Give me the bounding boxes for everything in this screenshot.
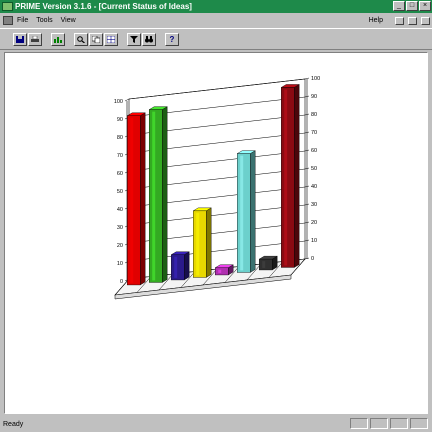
y-tick-label-left: 10: [117, 261, 123, 267]
application-window: PRIME Version 3.1.6 - [Current Status of…: [0, 0, 432, 432]
window-controls: _ □ ×: [393, 1, 431, 11]
y-tick-label-right: 70: [311, 130, 317, 136]
bar-highlight: [174, 256, 178, 278]
bar: [214, 267, 229, 276]
status-panel: [410, 418, 428, 429]
y-tick-label-right: 40: [311, 184, 317, 190]
status-panel: [350, 418, 368, 429]
menu-help[interactable]: Help: [369, 17, 383, 24]
bar: [258, 258, 273, 271]
menu-file[interactable]: File: [17, 17, 28, 24]
bar-highlight: [152, 111, 156, 281]
close-button[interactable]: ×: [419, 1, 431, 11]
bar: [281, 87, 295, 268]
copy-icon: [92, 35, 100, 43]
print-icon: [31, 35, 39, 42]
chart-button[interactable]: [51, 32, 65, 46]
bar-chart-3d: 0 0 10 10 20 20 30 30 40 40 50 50 60 60 70 70 80 80 90 90 10…: [114, 76, 320, 300]
bar: [170, 254, 185, 281]
zoom-icon: [77, 35, 85, 43]
y-tick-label-right: 10: [311, 238, 317, 244]
bar-highlight: [196, 212, 200, 276]
find-button[interactable]: [142, 32, 156, 46]
bar-side-face: [294, 84, 300, 268]
print-button[interactable]: [28, 32, 42, 46]
y-tick-label-left: 80: [117, 135, 123, 141]
status-panel: [370, 418, 388, 429]
bar-side-face: [183, 251, 190, 281]
status-bar: Ready: [0, 416, 432, 432]
help-icon: ?: [169, 34, 175, 44]
y-tick-label-right: 90: [311, 94, 317, 100]
filter-icon: [130, 35, 138, 43]
y-tick-right: [304, 77, 310, 80]
bar-side-face: [139, 112, 146, 286]
y-tick-label-right: 80: [311, 112, 317, 118]
bar: [192, 210, 207, 278]
bar-highlight: [218, 269, 222, 273]
menu-tools[interactable]: Tools: [36, 17, 52, 24]
document-icon[interactable]: [3, 16, 13, 25]
filter-button[interactable]: [127, 32, 141, 46]
y-tick-label-right: 30: [311, 202, 317, 208]
y-tick-label-right: 100: [311, 76, 320, 82]
bar-highlight: [240, 155, 244, 271]
y-tick-label-right: 20: [311, 220, 317, 226]
maximize-button[interactable]: □: [406, 1, 418, 11]
bar-highlight: [284, 89, 288, 266]
child-close-button[interactable]: [421, 16, 430, 25]
table-icon: [107, 35, 115, 43]
chart-icon: [54, 36, 62, 43]
save-button[interactable]: [13, 32, 27, 46]
y-tick-label-right: 60: [311, 148, 317, 154]
title-bar[interactable]: PRIME Version 3.1.6 - [Current Status of…: [0, 0, 432, 13]
y-tick-label-left: 100: [114, 99, 123, 105]
zoom-button[interactable]: [74, 32, 88, 46]
menu-bar: File Tools View Help: [0, 14, 432, 27]
bar-highlight: [130, 117, 134, 283]
bar-side-face: [249, 150, 256, 273]
minimize-button[interactable]: _: [393, 1, 405, 11]
chart-document: 0 0 10 10 20 20 30 30 40 40 50 50 60 60 70 70 80 80 90 90 10…: [4, 52, 428, 414]
bar-highlight: [262, 261, 266, 268]
child-minimize-button[interactable]: [395, 16, 404, 25]
toolbar: ?: [0, 28, 432, 50]
save-icon: [16, 35, 24, 43]
bar-side-face: [205, 207, 212, 278]
status-text: Ready: [3, 420, 24, 428]
bar: [126, 115, 141, 286]
binoculars-icon: [145, 35, 153, 42]
y-tick-label-left: 30: [117, 225, 123, 231]
status-panels: [350, 418, 428, 429]
y-tick-label-right: 50: [311, 166, 317, 172]
child-restore-button[interactable]: [408, 16, 417, 25]
y-tick-label-left: 70: [117, 153, 123, 159]
bar-side-face: [161, 106, 168, 283]
app-icon[interactable]: [2, 2, 13, 11]
y-tick-label-left: 40: [117, 207, 123, 213]
help-button[interactable]: ?: [165, 32, 179, 46]
y-tick-label-right: 0: [311, 256, 314, 262]
window-title: PRIME Version 3.1.6 - [Current Status of…: [15, 2, 192, 11]
y-tick-label-left: 90: [117, 117, 123, 123]
y-tick-label-left: 0: [120, 279, 123, 285]
y-tick-label-left: 50: [117, 189, 123, 195]
status-panel: [390, 418, 408, 429]
y-tick-label-left: 20: [117, 243, 123, 249]
bar: [148, 109, 163, 283]
table-button[interactable]: [104, 32, 118, 46]
bar: [236, 153, 251, 273]
menu-right-area: Help: [369, 14, 430, 27]
y-tick-left: [124, 98, 130, 102]
copy-button[interactable]: [89, 32, 103, 46]
y-tick-label-left: 60: [117, 171, 123, 177]
menu-view[interactable]: View: [61, 17, 76, 24]
